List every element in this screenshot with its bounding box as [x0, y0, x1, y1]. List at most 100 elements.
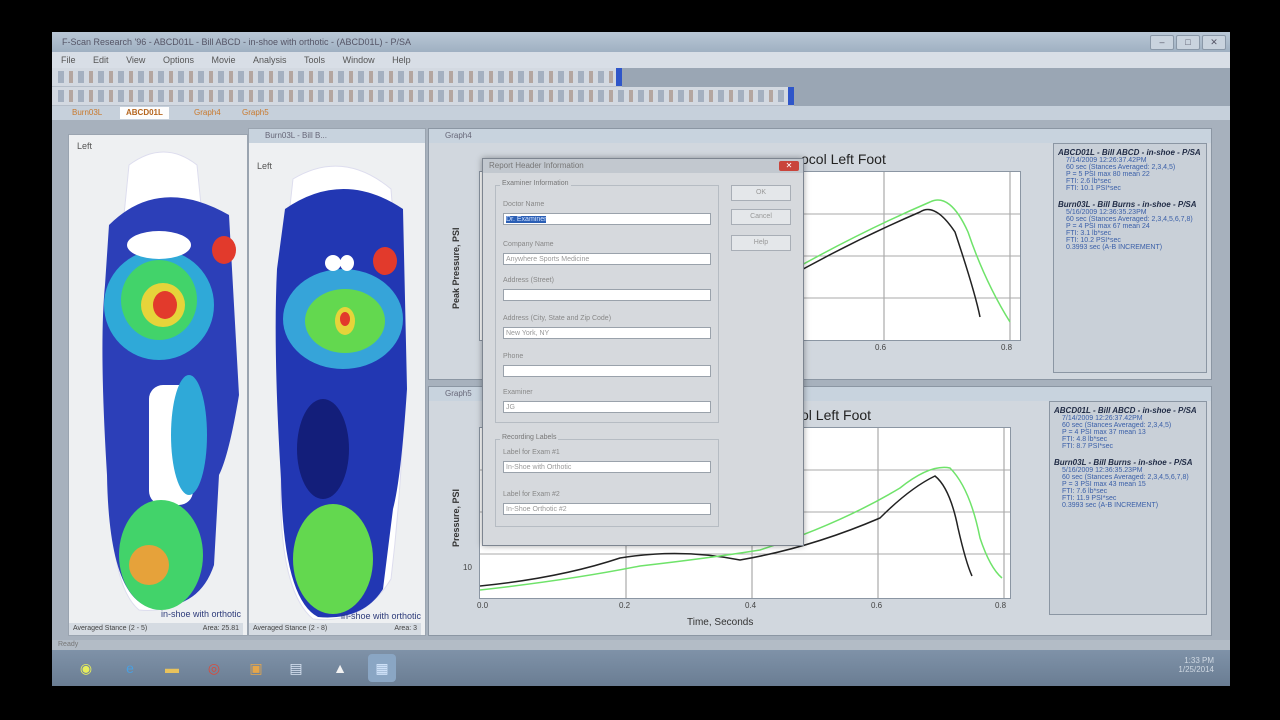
legend-line: 60 sec (Stances Averaged: 2,3,4,5) [1066, 164, 1176, 171]
toolbar-icons[interactable] [58, 71, 614, 83]
screen: F-Scan Research '96 - ABCD01L - Bill ABC… [52, 32, 1230, 686]
doctor-name-value: Dr. Examiner [506, 216, 547, 223]
legend-line: FTI: 8.7 PSI*sec [1062, 443, 1113, 450]
field-label: Label for Exam #2 [503, 491, 560, 498]
legend-header: Burn03L - Bill Burns - in-shoe - P/SA [1058, 200, 1197, 209]
report-header-dialog[interactable]: Report Header Information ✕ Examiner Inf… [482, 158, 804, 546]
foot-caption: in-shoe with orthotic [160, 609, 241, 619]
graph4-title-bar: Graph4 [429, 129, 1211, 143]
internet-explorer-icon[interactable]: e [116, 654, 144, 682]
clock-time: 1:33 PM [1184, 656, 1214, 665]
legend-line: FTI: 3.1 lb*sec [1066, 230, 1112, 237]
window-title: F-Scan Research '96 - ABCD01L - Bill ABC… [62, 37, 412, 47]
graph5-xtick: 0.4 [745, 601, 757, 610]
graph5-xtick: 0.0 [477, 601, 489, 610]
mdi-workspace: Left in-shoe with orthotic Averaged Stan… [52, 120, 1230, 640]
menu-bar: File Edit View Options Movie Analysis To… [52, 52, 1230, 68]
graph5-xtick: 0.6 [871, 601, 883, 610]
graph5-ytick: 10 [463, 563, 472, 572]
legend-line: 0.3993 sec (A-B INCREMENT) [1066, 244, 1163, 251]
toolbar-grip[interactable] [788, 87, 794, 105]
close-button[interactable]: ✕ [1202, 35, 1226, 50]
status-bar: Ready [52, 640, 1230, 650]
foot-panel-1[interactable]: Left in-shoe with orthotic Averaged Stan… [68, 134, 248, 636]
tab-abcd01l[interactable]: ABCD01L [120, 107, 169, 119]
field-label: Company Name [503, 241, 554, 248]
legend-line: 60 sec (Stances Averaged: 2,3,4,5,6,7,8) [1062, 474, 1189, 481]
phone-input[interactable] [503, 365, 711, 377]
chrome-icon[interactable]: ◎ [200, 654, 228, 682]
legend-line: 7/14/2009 12:26:37.42PM [1062, 415, 1143, 422]
tab-graph5[interactable]: Graph5 [236, 107, 275, 119]
graph5-x-axis-label: Time, Seconds [687, 617, 754, 628]
field-label: Label for Exam #1 [503, 449, 560, 456]
legend-line: FTI: 10.2 PSI*sec [1066, 237, 1121, 244]
stance-info: Averaged Stance (2 - 8) [253, 625, 328, 632]
taskbar: ◉ e ▬ ◎ ▣ ▤ ▲ ▦ 1:33 PM 1/25/2014 [52, 650, 1230, 686]
folder-icon[interactable]: ▬ [158, 654, 186, 682]
pressure-map-2[interactable] [263, 149, 413, 625]
active-app-icon[interactable]: ▦ [368, 654, 396, 682]
document-icon[interactable]: ▤ [282, 654, 310, 682]
toolbar-icons[interactable] [58, 90, 786, 102]
legend-line: P = 4 PSI max 37 mean 13 [1062, 429, 1146, 436]
menu-edit[interactable]: Edit [93, 55, 109, 65]
area-info: Area: 25.81 [202, 625, 239, 632]
dialog-close-button[interactable]: ✕ [779, 161, 799, 171]
menu-tools[interactable]: Tools [304, 55, 325, 65]
legend-line: P = 5 PSI max 80 mean 22 [1066, 171, 1150, 178]
examiner-input[interactable]: JG [503, 401, 711, 413]
exam2-label-input[interactable]: In-Shoe Orthotic #2 [503, 503, 711, 515]
address-city-input[interactable]: New York, NY [503, 327, 711, 339]
exam1-label-input[interactable]: In-Shoe with Orthotic [503, 461, 711, 473]
legend-line: FTI: 7.6 lb*sec [1062, 488, 1108, 495]
legend-line: 0.3993 sec (A-B INCREMENT) [1062, 502, 1159, 509]
graph5-xtick: 0.8 [995, 601, 1007, 610]
stance-info: Averaged Stance (2 - 5) [73, 625, 148, 632]
address-street-input[interactable] [503, 289, 711, 301]
menu-file[interactable]: File [61, 55, 76, 65]
menu-help[interactable]: Help [392, 55, 411, 65]
legend-line: FTI: 10.1 PSI*sec [1066, 185, 1121, 192]
maximize-button[interactable]: □ [1176, 35, 1200, 50]
menu-analysis[interactable]: Analysis [253, 55, 287, 65]
doctor-name-input[interactable]: Dr. Examiner [503, 213, 711, 225]
field-label: Address (City, State and Zip Code) [503, 315, 612, 322]
tab-graph4[interactable]: Graph4 [188, 107, 227, 119]
help-button[interactable]: Help [731, 235, 791, 251]
menu-movie[interactable]: Movie [211, 55, 235, 65]
graph5-y-axis-label: Pressure, PSI [451, 488, 461, 547]
toolbar-row-2[interactable] [52, 87, 794, 106]
legend-line: P = 4 PSI max 67 mean 24 [1066, 223, 1150, 230]
tekscan-icon[interactable]: ▲ [326, 654, 354, 682]
legend-line: P = 3 PSI max 43 mean 15 [1062, 481, 1146, 488]
legend-header: ABCD01L - Bill ABCD - in-shoe - P/SA [1058, 148, 1201, 157]
graph4-legend[interactable]: ABCD01L - Bill ABCD - in-shoe - P/SA 7/1… [1053, 143, 1207, 373]
foot-caption: in-shoe with orthotic [340, 611, 421, 621]
taskbar-clock[interactable]: 1:33 PM 1/25/2014 [1178, 656, 1214, 674]
app-icon[interactable]: ▣ [242, 654, 270, 682]
field-label: Doctor Name [503, 201, 545, 208]
menu-view[interactable]: View [126, 55, 145, 65]
legend-header: Burn03L - Bill Burns - in-shoe - P/SA [1054, 458, 1193, 467]
tab-burn03l[interactable]: Burn03L [66, 107, 108, 119]
legend-line: FTI: 4.8 lb*sec [1062, 436, 1108, 443]
graph4-plot-title: ocol Left Foot [801, 151, 886, 167]
company-name-input[interactable]: Anywhere Sports Medicine [503, 253, 711, 265]
ok-button[interactable]: OK [731, 185, 791, 201]
menu-window[interactable]: Window [343, 55, 375, 65]
field-label: Examiner [503, 389, 533, 396]
toolbar-grip[interactable] [616, 68, 622, 86]
toolbar-row-1[interactable] [52, 68, 622, 87]
pressure-map-1[interactable] [89, 145, 239, 615]
graph5-plot-title: ol Left Foot [801, 407, 872, 423]
cancel-button[interactable]: Cancel [731, 209, 791, 225]
foot-panel-2[interactable]: Burn03L - Bill B... Left in-shoe with or… [248, 128, 426, 636]
menu-options[interactable]: Options [163, 55, 194, 65]
minimize-button[interactable]: – [1150, 35, 1174, 50]
legend-line: 5/16/2009 12:36:35.23PM [1066, 209, 1147, 216]
clock-date: 1/25/2014 [1178, 665, 1214, 674]
graph5-legend[interactable]: ABCD01L - Bill ABCD - in-shoe - P/SA 7/1… [1049, 401, 1207, 615]
start-button-icon[interactable]: ◉ [72, 654, 100, 682]
graph4-y-axis-label: Peak Pressure, PSI [451, 227, 461, 309]
